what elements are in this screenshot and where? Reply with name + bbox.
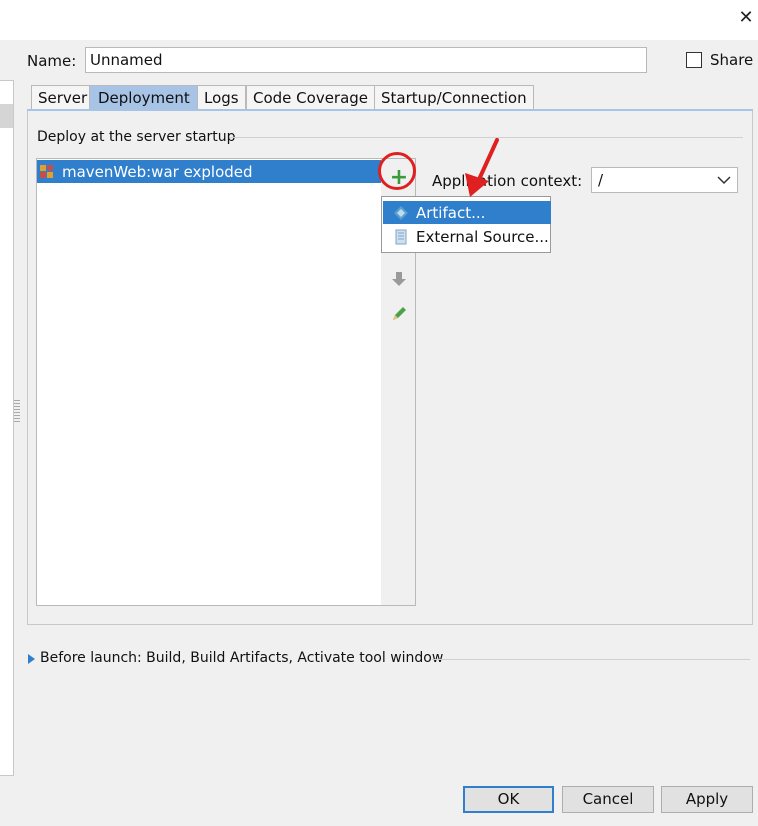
application-context-value: /: [598, 171, 604, 189]
tab-startup-connection[interactable]: Startup/Connection: [374, 85, 534, 109]
application-context-label: Application context:: [432, 172, 583, 190]
list-item[interactable]: mavenWeb:war exploded: [37, 160, 381, 183]
menu-item-label: External Source...: [416, 228, 549, 246]
splitter-grip-icon[interactable]: [14, 400, 20, 422]
application-context-select[interactable]: /: [591, 167, 738, 193]
ok-button[interactable]: OK: [463, 786, 554, 813]
configuration-tree-panel[interactable]: [0, 80, 14, 776]
configuration-tree-selected-row[interactable]: [0, 104, 13, 128]
list-item-label: mavenWeb:war exploded: [62, 163, 253, 181]
close-icon[interactable]: ✕: [736, 8, 756, 28]
name-label: Name:: [27, 52, 77, 70]
tab-deployment[interactable]: Deployment: [89, 85, 199, 109]
cancel-button[interactable]: Cancel: [562, 786, 654, 813]
chevron-down-icon: [717, 176, 731, 185]
move-down-icon[interactable]: [389, 269, 409, 289]
apply-button[interactable]: Apply: [661, 786, 753, 813]
artifact-icon: [394, 206, 408, 220]
deploy-list[interactable]: [36, 158, 382, 606]
tab-code-coverage[interactable]: Code Coverage: [246, 85, 376, 109]
expand-triangle-icon[interactable]: [28, 654, 35, 664]
deploy-section-label: Deploy at the server startup: [37, 129, 236, 145]
share-label[interactable]: Share: [710, 51, 753, 69]
menu-item-label: Artifact...: [416, 204, 486, 222]
annotation-circle: [378, 152, 416, 190]
title-bar: [0, 0, 758, 40]
before-launch-label[interactable]: Before launch: Build, Build Artifacts, A…: [40, 650, 443, 666]
edit-icon[interactable]: [389, 304, 409, 324]
share-checkbox[interactable]: [686, 52, 702, 68]
before-launch-divider: [432, 659, 750, 660]
menu-item-external-source[interactable]: External Source...: [383, 225, 551, 248]
section-divider: [230, 137, 743, 138]
menu-item-artifact[interactable]: Artifact...: [383, 201, 551, 224]
add-menu: Artifact... External Source...: [381, 196, 551, 253]
name-field[interactable]: Unnamed: [85, 47, 647, 73]
war-artifact-icon: [40, 165, 53, 178]
tab-logs[interactable]: Logs: [197, 85, 246, 109]
external-source-icon: [395, 229, 407, 245]
tab-server[interactable]: Server: [31, 85, 95, 109]
